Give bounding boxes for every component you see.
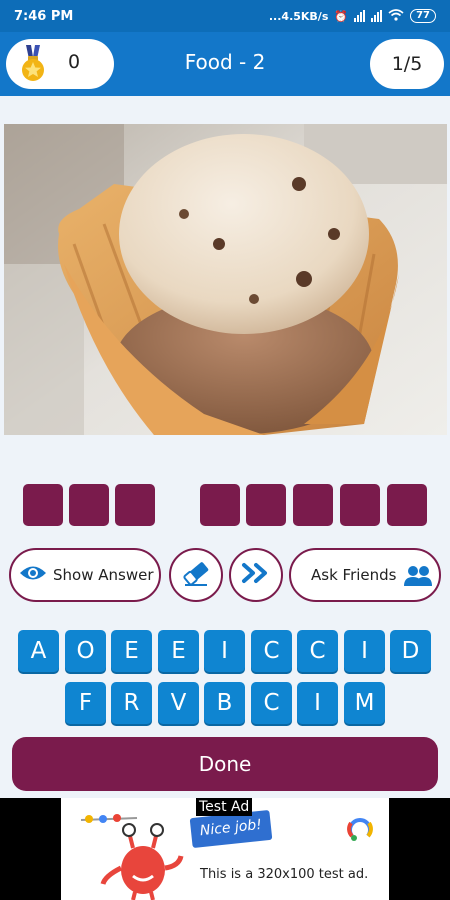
skip-button[interactable]: [229, 548, 283, 602]
letter-key[interactable]: E: [111, 630, 152, 672]
letter-key[interactable]: F: [65, 682, 106, 724]
score-value: 0: [68, 51, 81, 73]
letter-key[interactable]: B: [204, 682, 245, 724]
medal-icon: [20, 45, 46, 83]
eraser-icon: [181, 559, 211, 591]
top-bar: 0 Food - 2 1/5: [0, 32, 450, 96]
answer-slot[interactable]: [340, 484, 380, 526]
hint-actions: Show Answer Ask Friends: [0, 548, 450, 602]
answer-slots: [0, 484, 450, 526]
score-pill: 0: [6, 39, 114, 89]
status-icons: ...4.5KB/s ⏰ 77: [268, 8, 436, 24]
signal-icon: [354, 10, 366, 22]
group-icon: [403, 564, 433, 592]
answer-slot[interactable]: [246, 484, 286, 526]
network-speed: ...4.5KB/s: [268, 9, 329, 23]
wifi-icon: [388, 8, 404, 24]
answer-slot[interactable]: [387, 484, 427, 526]
ad-banner[interactable]: Nice job! This is a 320x100 test ad. Tes…: [61, 798, 389, 900]
answer-slot[interactable]: [69, 484, 109, 526]
show-answer-label: Show Answer: [53, 566, 154, 584]
ask-friends-label: Ask Friends: [311, 566, 397, 584]
letter-key[interactable]: A: [18, 630, 59, 672]
alarm-icon: ⏰: [334, 9, 349, 23]
letter-key[interactable]: D: [390, 630, 431, 672]
signal-icon-2: [371, 10, 383, 22]
battery-icon: 77: [410, 9, 436, 23]
ad-logo-icon: [347, 814, 373, 846]
letter-key[interactable]: M: [344, 682, 385, 724]
ask-friends-button[interactable]: Ask Friends: [289, 548, 441, 602]
answer-slot[interactable]: [23, 484, 63, 526]
letter-key[interactable]: I: [204, 630, 245, 672]
ad-text: This is a 320x100 test ad.: [200, 867, 369, 882]
test-ad-label: Test Ad: [196, 798, 253, 816]
letter-key[interactable]: C: [297, 630, 338, 672]
answer-slot[interactable]: [115, 484, 155, 526]
letter-key[interactable]: C: [251, 682, 292, 724]
puzzle-image: [4, 124, 447, 435]
show-answer-button[interactable]: Show Answer: [9, 548, 161, 602]
status-bar: 7:46 PM ...4.5KB/s ⏰ 77: [0, 0, 450, 32]
ad-mascot-icon: [75, 806, 185, 900]
letter-key[interactable]: I: [297, 682, 338, 724]
letter-key[interactable]: E: [158, 630, 199, 672]
letter-key[interactable]: R: [111, 682, 152, 724]
eye-icon: [19, 564, 47, 586]
status-time: 7:46 PM: [14, 8, 74, 24]
letter-key[interactable]: V: [158, 682, 199, 724]
letter-key[interactable]: I: [344, 630, 385, 672]
letter-key[interactable]: C: [251, 630, 292, 672]
letter-key[interactable]: O: [65, 630, 106, 672]
level-title: Food - 2: [184, 50, 266, 74]
done-button[interactable]: Done: [12, 737, 438, 791]
remove-letters-button[interactable]: [169, 548, 223, 602]
answer-slot[interactable]: [200, 484, 240, 526]
progress-counter: 1/5: [370, 39, 444, 89]
answer-slot[interactable]: [293, 484, 333, 526]
fast-forward-icon: [241, 562, 271, 588]
